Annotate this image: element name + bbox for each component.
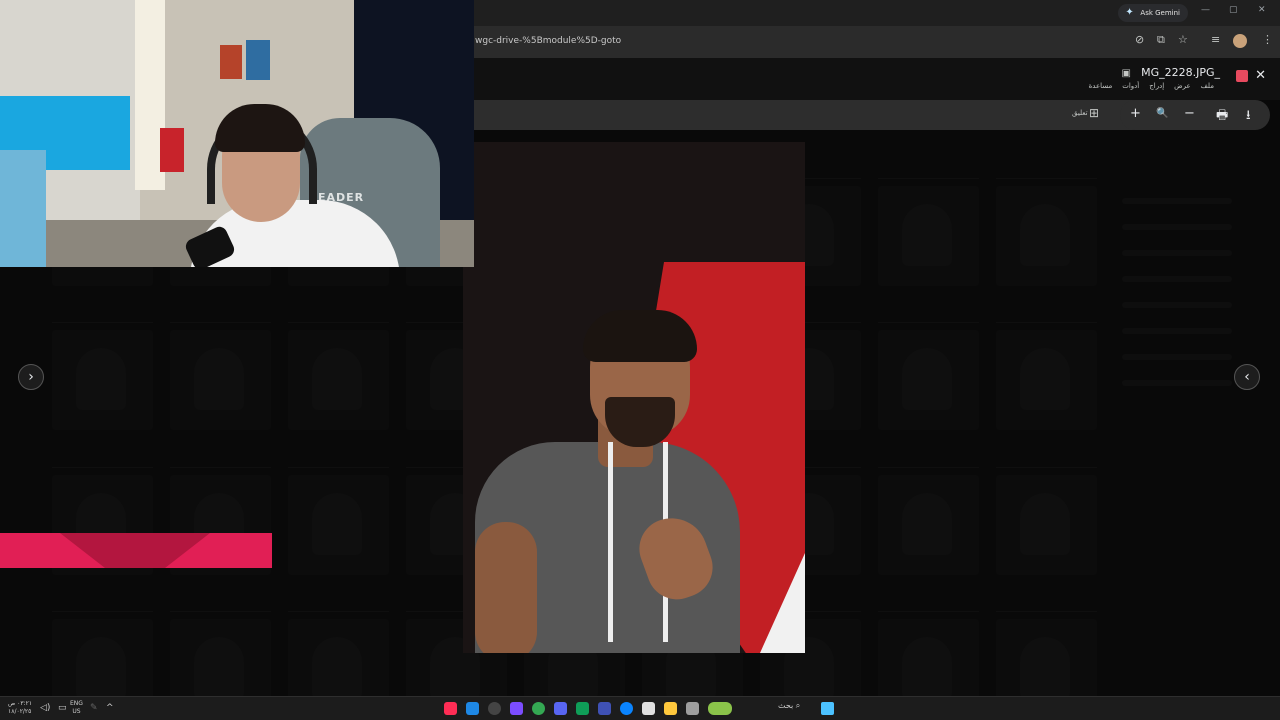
obs-app-icon[interactable] <box>488 702 501 715</box>
ask-gemini-button[interactable]: ✦ Ask Gemini <box>1118 4 1188 22</box>
gemini-sparkle-icon: ✦ <box>1125 7 1134 18</box>
windows-taskbar: ٠٣:٢١ ص ١٨/٠٢/٢٥ ◁) ▭ ENG US ✎ ^ بحث ⌕ <box>0 696 1280 720</box>
gemini-label: Ask Gemini <box>1140 9 1180 17</box>
taskbar-search[interactable]: بحث ⌕ <box>778 701 800 711</box>
file-type-icon: ▣ <box>1121 68 1131 79</box>
webcam-overlay: LEADER <box>0 0 474 267</box>
menu-file[interactable]: ملف <box>1201 82 1214 90</box>
screen: ✦ Ask Gemini — ▢ ✕ wgc-drive-%5Bmodule%5… <box>0 0 1280 720</box>
clock-time: ٠٣:٢١ ص <box>8 700 33 707</box>
edge-app-icon[interactable] <box>620 702 633 715</box>
preview-photo <box>463 142 805 653</box>
app-icon-4[interactable] <box>510 702 523 715</box>
discord-app-icon[interactable] <box>554 702 567 715</box>
app-icon-2[interactable] <box>466 702 479 715</box>
previous-image-button[interactable]: ‹ <box>1234 364 1260 390</box>
close-window-button[interactable]: ✕ <box>1258 5 1266 15</box>
file-explorer-icon[interactable] <box>664 702 677 715</box>
next-image-button[interactable]: › <box>18 364 44 390</box>
menu-help[interactable]: مساعدة <box>1089 82 1113 90</box>
profile-avatar[interactable] <box>1233 34 1247 48</box>
task-view-icon[interactable] <box>686 702 699 715</box>
viewer-header: ▣ MG_2228.JPG_ ✕ مساعدة أدوات إدراج عرض … <box>474 58 1280 100</box>
reading-list-icon[interactable]: ≡ <box>1211 33 1220 46</box>
volume-icon[interactable]: ◁) <box>40 703 50 713</box>
zoom-icon[interactable]: 🔍 <box>1156 108 1168 119</box>
pen-icon[interactable]: ✎ <box>90 703 98 713</box>
browser-menu-icon[interactable]: ⋮ <box>1262 33 1273 46</box>
chevron-left-icon: ‹ <box>1244 369 1250 385</box>
search-label: بحث <box>778 701 794 710</box>
print-button[interactable]: 🖶 <box>1216 106 1228 128</box>
stream-banner <box>0 533 272 568</box>
clock-date: ١٨/٠٢/٢٥ <box>8 708 32 715</box>
download-button[interactable]: ⭳ <box>1246 106 1251 128</box>
image-file-icon <box>1236 70 1248 82</box>
chevron-right-icon: › <box>28 369 34 385</box>
zoom-out-button[interactable]: − <box>1184 106 1195 121</box>
file-name: MG_2228.JPG_ <box>1141 66 1220 79</box>
menu-view[interactable]: عرض <box>1174 82 1191 90</box>
tiktok-app-icon[interactable] <box>444 702 457 715</box>
bookmark-star-icon[interactable]: ☆ <box>1178 33 1188 46</box>
chrome-app-icon[interactable] <box>532 702 545 715</box>
widgets-icon[interactable] <box>708 702 732 715</box>
add-comment-icon[interactable]: ⊞ <box>1089 106 1099 120</box>
maximize-button[interactable]: ▢ <box>1229 5 1238 15</box>
url-text: wgc-drive-%5Bmodule%5D-goto <box>475 36 622 46</box>
camera-off-icon[interactable]: ⊘ <box>1135 33 1144 46</box>
app-icon-8[interactable] <box>598 702 611 715</box>
viewer-tools: + 🔍 − 🖶 ⭳ <box>1120 100 1270 130</box>
network-icon[interactable]: ▭ <box>58 703 67 713</box>
menu-insert[interactable]: إدراج <box>1149 82 1164 90</box>
viewer-menubar: مساعدة أدوات إدراج عرض ملف <box>1089 82 1214 90</box>
store-app-icon[interactable] <box>642 702 655 715</box>
input-language[interactable]: ENG US <box>70 700 83 716</box>
comment-label[interactable]: تعليق <box>1072 109 1088 117</box>
install-app-icon[interactable]: ⧉ <box>1157 33 1165 47</box>
show-hidden-icons[interactable]: ^ <box>106 703 114 713</box>
start-button[interactable] <box>821 702 834 715</box>
minimize-button[interactable]: — <box>1201 5 1210 15</box>
system-clock[interactable]: ٠٣:٢١ ص ١٨/٠٢/٢٥ <box>8 700 32 716</box>
search-icon: ⌕ <box>795 701 801 710</box>
close-viewer-button[interactable]: ✕ <box>1255 68 1266 83</box>
lang-code: ENG <box>70 700 83 707</box>
zoom-in-button[interactable]: + <box>1130 106 1141 121</box>
lang-region: US <box>72 708 81 715</box>
menu-tools[interactable]: أدوات <box>1122 82 1139 90</box>
app-icon-7[interactable] <box>576 702 589 715</box>
